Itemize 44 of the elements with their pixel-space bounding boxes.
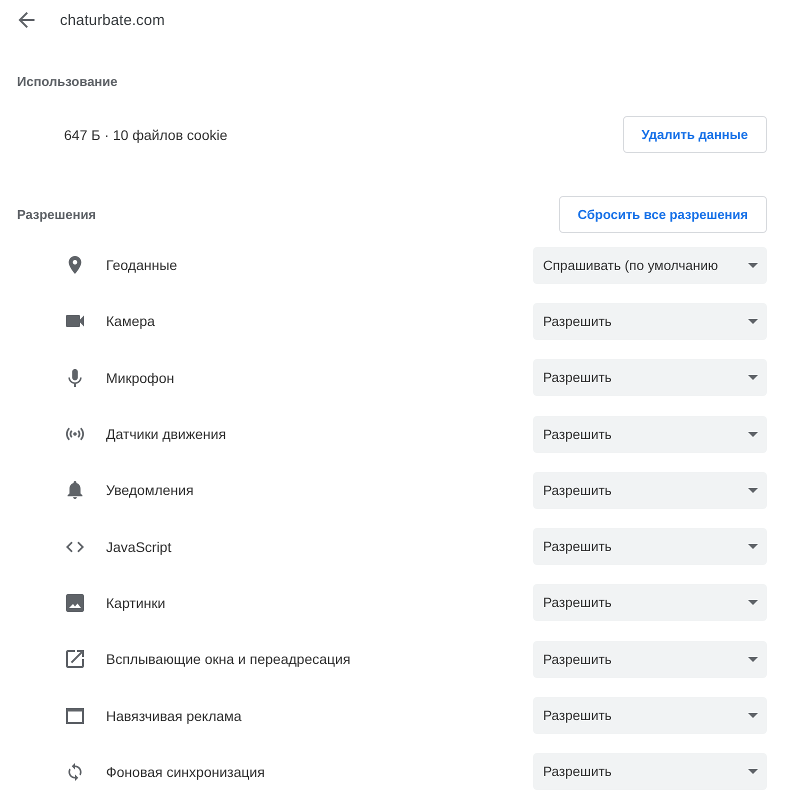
usage-summary: 647 Б · 10 файлов cookie [64, 126, 228, 143]
permission-select[interactable]: Разрешить [533, 640, 767, 678]
open-in-new-icon [66, 650, 84, 668]
caret-icon [748, 769, 758, 774]
permission-select[interactable]: Разрешить [533, 359, 767, 396]
permission-label: Картинки [106, 594, 166, 611]
permission-label: Камера [106, 313, 156, 330]
permission-label: Уведомления [106, 482, 195, 498]
caret-icon [748, 432, 758, 437]
reset-permissions-button[interactable]: Сбросить все разрешения [558, 196, 767, 234]
permission-select[interactable]: Разрешить [533, 753, 767, 790]
permission-select[interactable]: Разрешить [533, 416, 767, 453]
microphone-icon [66, 368, 84, 387]
permission-select[interactable]: Разрешить [533, 697, 767, 734]
permission-label: Микрофон [106, 370, 176, 386]
permission-select[interactable]: Разрешить [533, 302, 767, 340]
section-heading: Использование [17, 74, 118, 89]
caret-icon [748, 262, 758, 268]
sync-icon [66, 762, 84, 781]
bell-icon [66, 481, 84, 500]
caret-icon [748, 713, 758, 718]
caret-icon [748, 656, 758, 662]
permission-select[interactable]: Разрешить [533, 472, 767, 509]
permission-label: Фоновая синхронизация [106, 764, 266, 780]
caret-icon [748, 375, 758, 380]
caret-icon [748, 544, 758, 550]
back-button[interactable] [18, 12, 35, 28]
permission-label: Всплывающие окна и переадресация [106, 651, 352, 668]
permission-label: Геоданные [106, 257, 178, 274]
permission-select[interactable]: Разрешить [533, 528, 767, 566]
caret-icon [748, 318, 758, 324]
window-icon [66, 706, 84, 725]
permission-label: Навязчивая реклама [106, 708, 243, 724]
image-icon [66, 594, 84, 612]
section-heading: Разрешения [17, 207, 96, 222]
site-title: chaturbate.com [60, 12, 165, 29]
permission-select[interactable]: Разрешить [533, 584, 767, 622]
permission-select[interactable]: Спрашивать (по умолчанию [533, 246, 767, 284]
caret-icon [748, 600, 758, 606]
permission-label: Датчики движения [106, 426, 228, 442]
caret-icon [748, 488, 758, 493]
location-pin-icon [66, 256, 84, 274]
clear-data-button[interactable]: Удалить данные [622, 116, 767, 154]
permission-label: JavaScript [106, 538, 172, 555]
